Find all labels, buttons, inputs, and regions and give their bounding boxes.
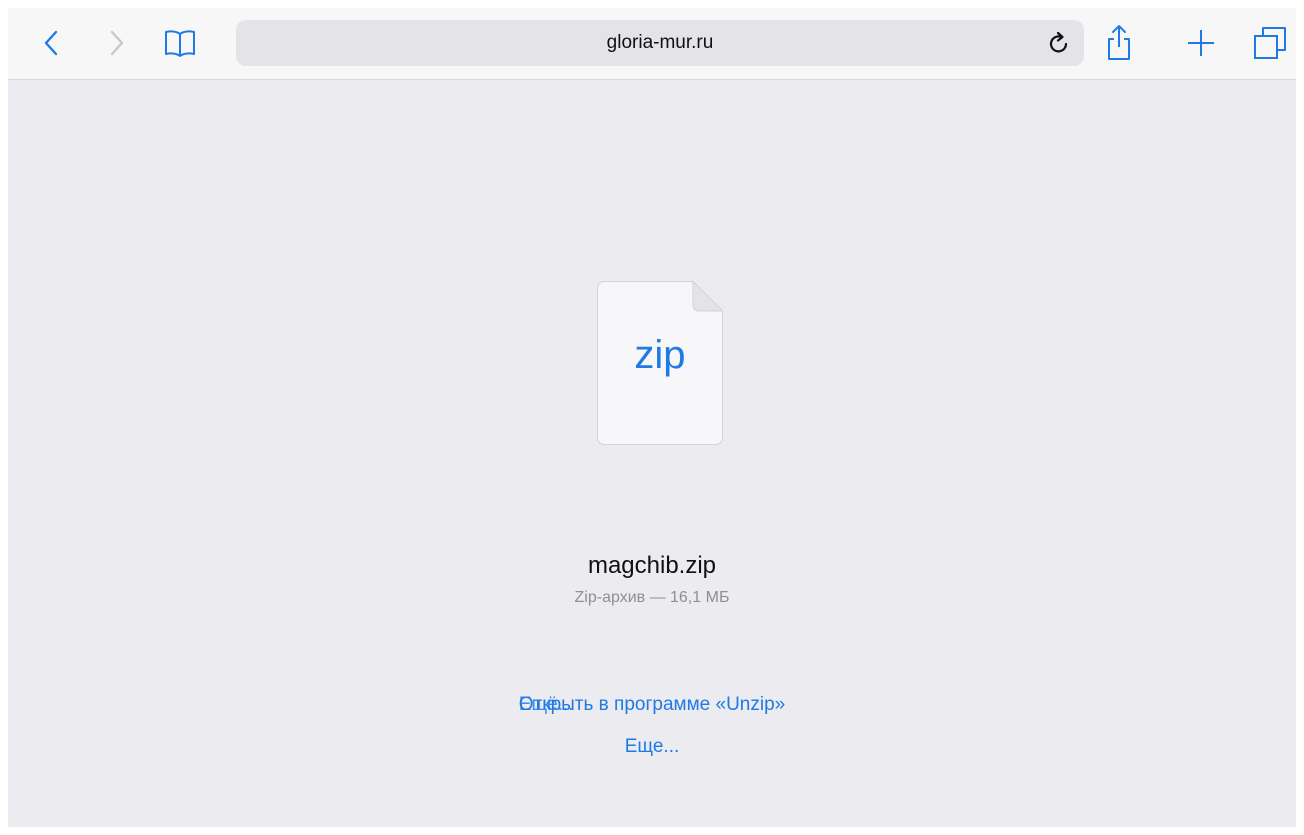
file-meta: Zip-архив — 16,1 МБ — [574, 589, 730, 606]
forward-button[interactable] — [102, 28, 132, 58]
reload-icon — [1049, 31, 1068, 53]
share-icon — [1108, 25, 1130, 60]
tabs-button[interactable] — [1252, 25, 1288, 61]
back-button[interactable] — [36, 28, 66, 58]
chevron-right-icon — [110, 30, 124, 56]
bookmarks-button[interactable] — [162, 26, 198, 60]
tabs-icon — [1254, 27, 1286, 59]
open-in-overlay-label: Ещё... — [518, 694, 574, 715]
open-in-label-stack: Открыть в программе «Unzip» Ещё... — [519, 694, 785, 716]
zip-file-icon: zip — [597, 281, 723, 445]
chevron-left-icon — [44, 30, 58, 56]
plus-icon — [1188, 30, 1214, 56]
browser-window: gloria-mur.ru zip magchib.zip Zip-архив … — [8, 8, 1296, 827]
new-tab-button[interactable] — [1184, 26, 1218, 60]
book-icon — [165, 30, 195, 57]
download-page: zip magchib.zip Zip-архив — 16,1 МБ Откр… — [8, 80, 1296, 827]
address-bar[interactable]: gloria-mur.ru — [236, 20, 1084, 66]
reload-button[interactable] — [1042, 26, 1076, 60]
file-name: magchib.zip — [587, 552, 717, 579]
more-link[interactable]: Еще... — [8, 736, 1296, 758]
share-button[interactable] — [1102, 22, 1136, 62]
file-type-label: zip — [634, 333, 686, 377]
address-text: gloria-mur.ru — [606, 32, 714, 53]
open-in-unzip-link[interactable]: Открыть в программе «Unzip» Ещё... — [8, 694, 1296, 716]
browser-toolbar: gloria-mur.ru — [8, 8, 1296, 80]
